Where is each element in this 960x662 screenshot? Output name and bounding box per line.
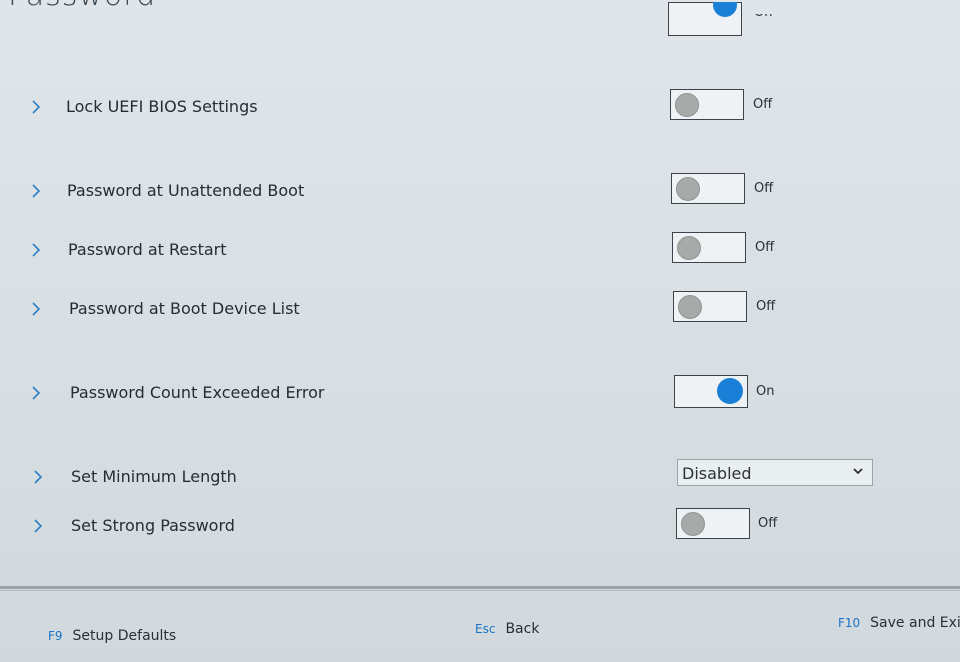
chevron-right-icon (32, 243, 41, 257)
f9-key-hint: F9 (48, 629, 63, 643)
chevron-right-icon (32, 302, 41, 316)
chevron-down-icon (853, 468, 863, 475)
setting-label: Set Minimum Length (71, 467, 237, 486)
minimum-length-select[interactable]: Disabled (677, 459, 873, 486)
page-title: Password (8, 0, 156, 13)
setting-row-minimum-length[interactable]: Set Minimum Length Disabled (0, 459, 960, 499)
select-value: Disabled (682, 464, 752, 483)
setup-defaults-label: Setup Defaults (72, 628, 177, 644)
setting-label: Password Count Exceeded Error (70, 383, 325, 402)
chevron-right-icon (32, 184, 41, 198)
count-exceeded-toggle[interactable] (674, 375, 748, 408)
toggle-knob (713, 2, 737, 17)
setting-label: Password at Unattended Boot (67, 181, 305, 200)
footer-divider (0, 586, 960, 589)
lock-uefi-toggle[interactable] (670, 89, 744, 120)
toggle-knob (681, 511, 705, 536)
toggle-knob (678, 294, 702, 319)
toggle-state: Off (753, 97, 773, 112)
toggle-knob (717, 378, 743, 404)
setting-row-lock-uefi-bios[interactable]: Lock UEFI BIOS Settings Off (0, 89, 960, 129)
chevron-right-icon (32, 386, 41, 400)
chevron-right-icon (32, 100, 41, 114)
setting-label: Set Strong Password (71, 516, 235, 535)
setting-row-strong-password[interactable]: Set Strong Password Off (0, 508, 960, 548)
setup-defaults-button[interactable]: F9 Setup Defaults (48, 628, 176, 644)
toggle-state: Off (756, 299, 776, 314)
back-label: Back (505, 621, 540, 637)
boot-device-list-toggle[interactable] (673, 291, 747, 322)
setting-label: Password at Restart (68, 240, 227, 259)
setting-row-unattended-boot[interactable]: Password at Unattended Boot Off (0, 173, 960, 213)
setting-label: Password at Boot Device List (69, 299, 300, 318)
toggle-partial-top[interactable] (668, 2, 742, 36)
setting-row-restart[interactable]: Password at Restart Off (0, 232, 960, 272)
toggle-knob (676, 176, 700, 201)
toggle-knob (675, 92, 699, 117)
unattended-boot-toggle[interactable] (671, 173, 745, 204)
restart-toggle[interactable] (672, 232, 746, 263)
toggle-state: Off (755, 240, 775, 255)
back-button[interactable]: Esc Back (475, 621, 539, 637)
save-and-exit-button[interactable]: F10 Save and Exit (838, 615, 960, 631)
save-and-exit-label: Save and Exit (870, 615, 960, 631)
setting-label: Lock UEFI BIOS Settings (66, 97, 258, 116)
toggle-state: Off (758, 516, 778, 531)
toggle-state-partial: On (754, 5, 773, 20)
toggle-knob (677, 235, 701, 260)
chevron-right-icon (34, 470, 43, 484)
toggle-state: Off (754, 181, 774, 196)
f10-key-hint: F10 (838, 616, 861, 630)
setting-row-count-exceeded[interactable]: Password Count Exceeded Error On (0, 375, 960, 415)
toggle-state: On (756, 384, 775, 399)
esc-key-hint: Esc (475, 622, 496, 636)
setting-row-boot-device-list[interactable]: Password at Boot Device List Off (0, 291, 960, 331)
chevron-right-icon (34, 519, 43, 533)
strong-password-toggle[interactable] (676, 508, 750, 539)
footer-divider-shadow (0, 590, 960, 591)
